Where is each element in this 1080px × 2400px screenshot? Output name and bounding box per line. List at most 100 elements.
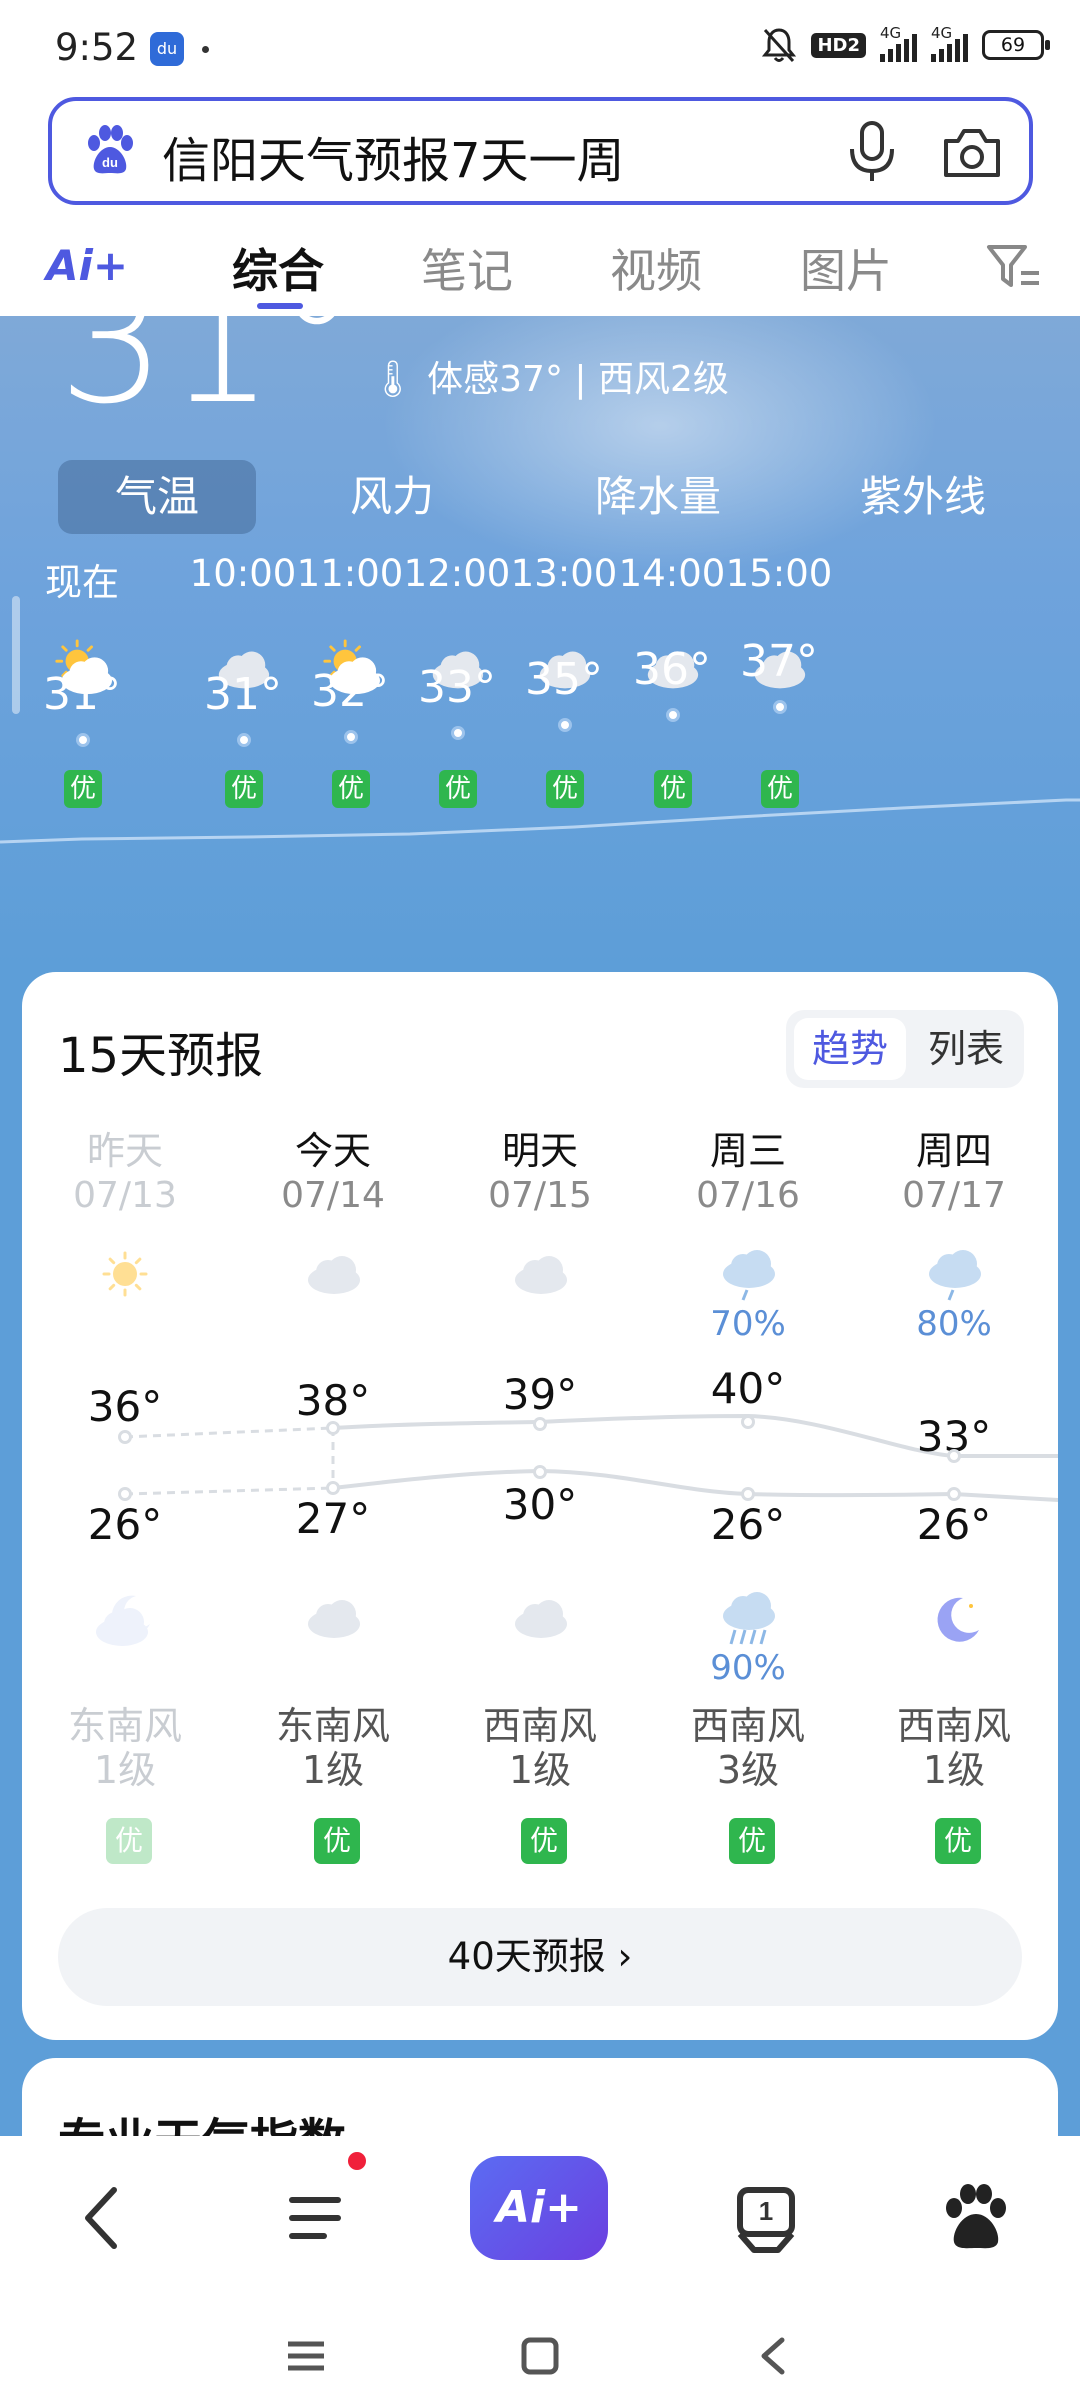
wind-direction: 西南风 xyxy=(896,1704,1011,1748)
tab-count: 1 xyxy=(759,2196,773,2226)
filter-icon[interactable] xyxy=(985,241,1041,293)
menu-notification-dot xyxy=(348,2152,366,2170)
high-point xyxy=(741,1415,755,1429)
high-point xyxy=(118,1430,132,1444)
system-back-icon[interactable] xyxy=(744,2326,804,2386)
tab-images[interactable]: 图片 xyxy=(800,235,892,301)
hour-temp: 37° xyxy=(740,636,818,687)
day-wind: 西南风 3级 xyxy=(648,1704,848,1792)
hour-temp: 31° xyxy=(43,669,121,720)
system-home-icon[interactable] xyxy=(510,2326,570,2386)
day-date: 07/13 xyxy=(73,1175,177,1216)
day-aqi-badge: 优 xyxy=(935,1818,981,1864)
system-recents-icon[interactable] xyxy=(276,2326,336,2386)
high-point xyxy=(326,1421,340,1435)
menu-icon[interactable] xyxy=(264,2168,364,2268)
hour-point xyxy=(773,700,787,714)
hour-aqi-badge: 优 xyxy=(225,770,263,808)
day-name: 今天 xyxy=(294,1129,371,1173)
high-point xyxy=(533,1417,547,1431)
notification-dot-icon xyxy=(202,46,209,53)
low-point xyxy=(118,1487,132,1501)
hour-aqi-badge: 优 xyxy=(332,770,370,808)
day-aqi-badge: 优 xyxy=(106,1818,152,1864)
day-wind: 西南风 1级 xyxy=(854,1704,1054,1792)
day-wind: 西南风 1级 xyxy=(440,1704,640,1792)
tab-comprehensive[interactable]: 综合 xyxy=(232,235,324,301)
baidu-home-icon[interactable] xyxy=(926,2168,1026,2268)
wind-direction: 西南风 xyxy=(690,1704,805,1748)
forecast-40day-button[interactable]: 40天预报 › xyxy=(58,1908,1022,2006)
battery-icon: 69 xyxy=(982,30,1050,60)
wind-level: 1级 xyxy=(508,1748,572,1792)
wind-level: 1级 xyxy=(301,1748,365,1792)
day-aqi-badge: 优 xyxy=(729,1818,775,1864)
search-input[interactable]: 信阳天气预报7天一周 xyxy=(162,121,625,191)
sun-icon xyxy=(90,1242,160,1304)
day-date: 07/14 xyxy=(281,1175,385,1216)
day-low: 26° xyxy=(710,1500,786,1549)
wind-direction: 东南风 xyxy=(275,1704,390,1748)
day-date: 07/15 xyxy=(488,1175,592,1216)
status-time: 9:52 xyxy=(55,26,139,69)
hourly-item[interactable]: 15:00 37° 优 xyxy=(699,552,859,808)
search-tabs: Ai+ 综合 笔记 视频 图片 xyxy=(0,225,1080,315)
tab-videos[interactable]: 视频 xyxy=(610,235,702,301)
light-rain-icon xyxy=(919,1242,989,1304)
day-high: 38° xyxy=(295,1376,371,1425)
signal-2-icon: 4G xyxy=(931,24,968,62)
low-point xyxy=(741,1487,755,1501)
light-rain-icon xyxy=(713,1242,783,1304)
hour-point xyxy=(344,730,358,744)
heavy-rain-icon xyxy=(713,1584,783,1650)
day-precip-chance: 80% xyxy=(916,1304,992,1344)
night-precip-chance: 90% xyxy=(710,1648,786,1688)
hour-point xyxy=(76,733,90,747)
forecast-15day-card: 15天预报 趋势 列表 昨天 07/13 36° 26° 东南风 1级 优 今天 … xyxy=(22,972,1058,2040)
day-low: 27° xyxy=(295,1494,371,1543)
cloud-icon xyxy=(505,1584,575,1650)
app-badge-icon: du xyxy=(150,32,184,66)
tab-notes[interactable]: 笔记 xyxy=(421,235,513,301)
cloud-icon xyxy=(298,1584,368,1650)
back-icon[interactable] xyxy=(52,2168,152,2268)
cloud-icon xyxy=(298,1242,368,1304)
day-name: 周四 xyxy=(915,1129,992,1173)
hour-point xyxy=(237,733,251,747)
ai-assistant-button[interactable]: Ai+ xyxy=(470,2156,608,2260)
day-aqi-badge: 优 xyxy=(314,1818,360,1864)
hourly-item[interactable]: 现在 31° 优 xyxy=(2,552,162,808)
tabs-window-icon[interactable]: 1 xyxy=(716,2168,816,2268)
hour-aqi-badge: 优 xyxy=(64,770,102,808)
low-point xyxy=(326,1481,340,1495)
cloud-icon xyxy=(505,1242,575,1304)
day-low: 30° xyxy=(502,1480,578,1529)
hour-aqi-badge: 优 xyxy=(761,770,799,808)
status-right: HD2 4G 4G 69 xyxy=(761,24,1050,64)
signal-1-icon: 4G xyxy=(880,24,917,62)
wind-direction: 东南风 xyxy=(67,1704,182,1748)
svg-text:du: du xyxy=(102,155,118,170)
day-date: 07/17 xyxy=(902,1175,1006,1216)
day-precip-chance: 70% xyxy=(710,1304,786,1344)
day-name: 明天 xyxy=(501,1129,578,1173)
day-high: 40° xyxy=(710,1364,786,1413)
bottom-navigation: Ai+ 1 xyxy=(0,2136,1080,2400)
hour-aqi-badge: 优 xyxy=(546,770,584,808)
day-date: 07/16 xyxy=(696,1175,800,1216)
search-bar[interactable]: du 信阳天气预报7天一周 xyxy=(48,97,1033,205)
hour-point xyxy=(558,718,572,732)
daily-forecast[interactable]: 昨天 07/13 36° 26° 东南风 1级 优 今天 07/14 38° 27… xyxy=(22,972,1058,1872)
moon-icon xyxy=(919,1584,989,1650)
baidu-paw-icon: du xyxy=(88,125,133,174)
tab-ai[interactable]: Ai+ xyxy=(46,241,128,290)
high-point xyxy=(947,1449,961,1463)
hour-aqi-badge: 优 xyxy=(654,770,692,808)
low-point xyxy=(533,1465,547,1479)
microphone-icon[interactable] xyxy=(842,119,902,185)
day-name: 昨天 xyxy=(86,1129,163,1173)
day-wind: 东南风 1级 xyxy=(25,1704,225,1792)
camera-icon[interactable] xyxy=(940,123,1004,183)
hour-point xyxy=(451,726,465,740)
weather-hero: 31° 🌡︎ 体感37° | 西风2级 气温 风力 降水量 紫外线 现在 31°… xyxy=(0,316,1080,966)
